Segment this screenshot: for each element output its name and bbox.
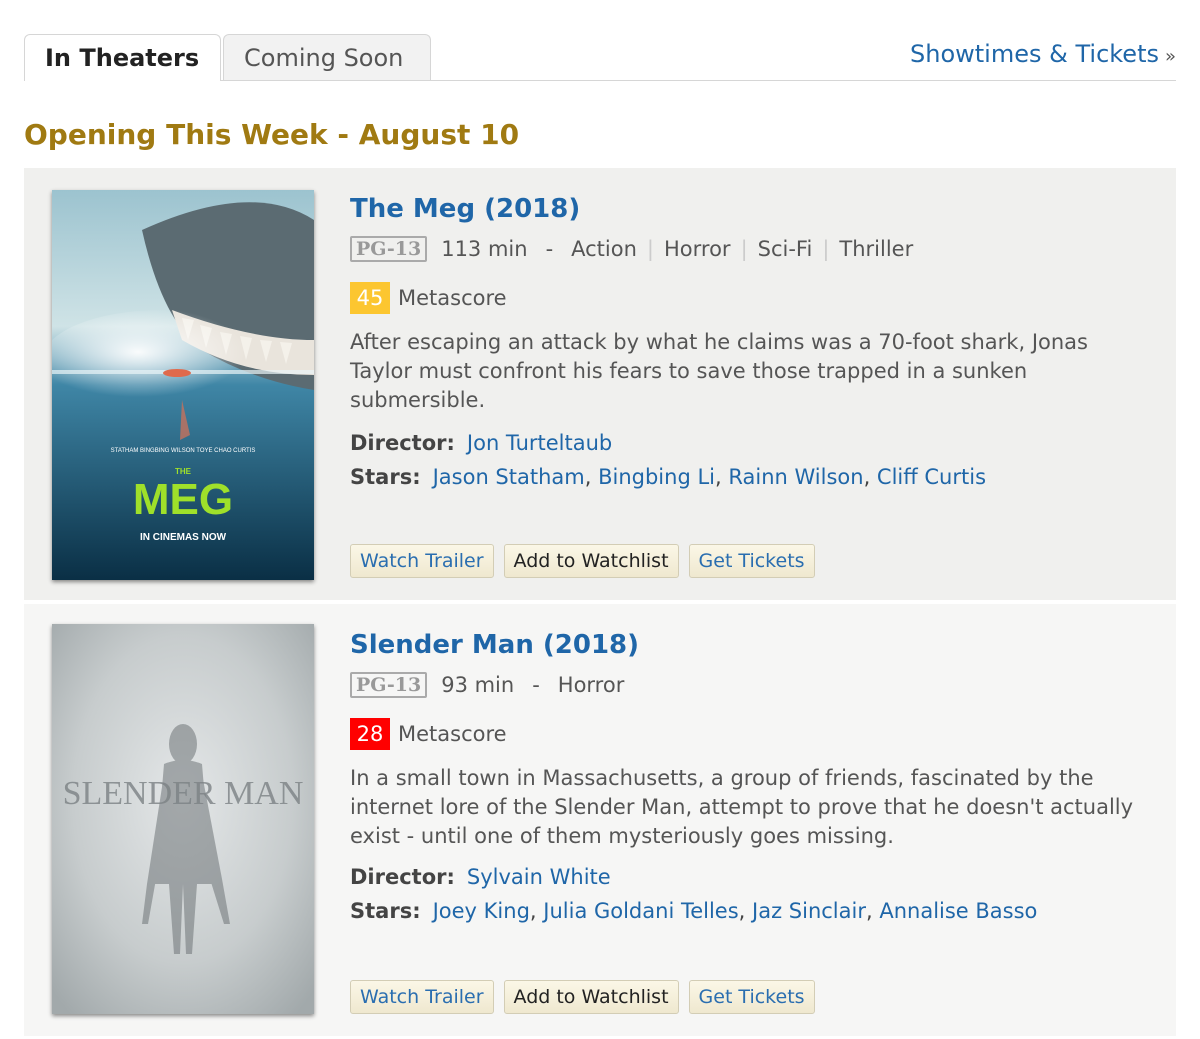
director-row: Director: Jon Turteltaub [350,429,1156,457]
metascore-badge: 45 [350,282,390,314]
stars-row: Stars: Jason Statham, Bingbing Li, Rainn … [350,465,987,489]
genre-divider: | [646,237,654,261]
watch-trailer-button[interactable]: Watch Trailer [350,980,494,1014]
director-link[interactable]: Sylvain White [467,865,611,889]
metascore-row: 45 Metascore [350,282,1156,314]
director-row: Director: Sylvain White [350,863,1156,891]
movie-meta: PG-13 113 min - Action | Horror | Sci-Fi… [350,234,1156,264]
certificate-badge: PG-13 [350,236,428,262]
action-buttons: Watch Trailer Add to Watchlist Get Ticke… [350,980,815,1014]
poster-tagline: IN CINEMAS NOW [140,532,227,543]
raquo-icon: » [1164,46,1176,67]
section-title: Opening This Week - August 10 [24,118,520,151]
genre: Sci-Fi [757,237,813,261]
showtimes-tickets-label: Showtimes & Tickets [910,40,1159,68]
star-link[interactable]: Jason Statham [433,465,585,489]
movie-card: STATHAM BINGBING WILSON TOYE CHAO CURTIS… [24,168,1176,600]
tab-coming-soon[interactable]: Coming Soon [223,34,431,80]
meta-separator: - [545,237,554,261]
director-label: Director: [350,865,455,889]
genre: Action [571,237,637,261]
add-to-watchlist-button[interactable]: Add to Watchlist [503,980,679,1014]
movie-meta: PG-13 93 min - Horror [350,670,1156,700]
director-label: Director: [350,431,455,455]
stars-label: Stars: [350,465,421,489]
movie-title-link[interactable]: Slender Man (2018) [350,630,1156,660]
movie-info: Slender Man (2018) PG-13 93 min - Horror… [350,630,1156,925]
movie-poster[interactable]: SLENDER MAN [52,624,314,1014]
star-link[interactable]: Joey King [433,899,530,923]
metascore-label: Metascore [398,286,507,310]
poster-title: MEG [133,475,233,524]
star-link[interactable]: Julia Goldani Telles [543,899,738,923]
poster-image: SLENDER MAN [52,624,314,1014]
poster-image: STATHAM BINGBING WILSON TOYE CHAO CURTIS… [52,190,314,580]
genre: Thriller [839,237,914,261]
stars-row: Stars: Joey King, Julia Goldani Telles, J… [350,899,1038,923]
genre-divider: | [740,237,748,261]
showtimes-tickets-link[interactable]: Showtimes & Tickets» [910,40,1176,68]
get-tickets-button[interactable]: Get Tickets [688,980,815,1014]
poster-title: SLENDER MAN [63,775,304,812]
watch-trailer-button[interactable]: Watch Trailer [350,544,494,578]
metascore-row: 28 Metascore [350,718,1156,750]
metascore-badge: 28 [350,718,390,750]
star-link[interactable]: Jaz Sinclair [752,899,866,923]
director-link[interactable]: Jon Turteltaub [467,431,612,455]
meta-separator: - [532,673,540,697]
star-link[interactable]: Cliff Curtis [877,465,986,489]
star-link[interactable]: Rainn Wilson [728,465,863,489]
star-link[interactable]: Annalise Basso [879,899,1037,923]
movie-info: The Meg (2018) PG-13 113 min - Action | … [350,194,1156,491]
runtime: 93 min [441,673,515,697]
tab-in-theaters[interactable]: In Theaters [24,34,221,81]
action-buttons: Watch Trailer Add to Watchlist Get Ticke… [350,544,815,578]
plot-outline: After escaping an attack by what he clai… [350,330,1088,412]
add-to-watchlist-button[interactable]: Add to Watchlist [503,544,679,578]
metascore-label: Metascore [398,722,507,746]
plot-outline: In a small town in Massachusetts, a grou… [350,766,1134,848]
get-tickets-button[interactable]: Get Tickets [688,544,815,578]
poster-cast-line: STATHAM BINGBING WILSON TOYE CHAO CURTIS [111,448,256,454]
movie-title-link[interactable]: The Meg (2018) [350,194,1156,224]
certificate-badge: PG-13 [350,672,428,698]
genre-divider: | [822,237,830,261]
star-link[interactable]: Bingbing Li [598,465,715,489]
movie-poster[interactable]: STATHAM BINGBING WILSON TOYE CHAO CURTIS… [52,190,314,580]
stars-label: Stars: [350,899,421,923]
movie-card: SLENDER MAN Slender Man (2018) PG-13 93 … [24,604,1176,1036]
genre: Horror [557,673,625,697]
genre: Horror [664,237,731,261]
runtime: 113 min [441,237,528,261]
